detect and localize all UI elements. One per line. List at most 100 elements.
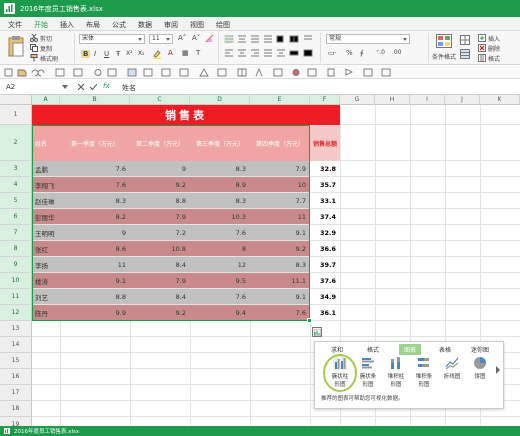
total-cell[interactable]: 37.4 xyxy=(310,209,340,224)
alignment-icons[interactable] xyxy=(224,35,314,43)
value-cell[interactable]: 7.6 xyxy=(60,177,130,192)
menu-file[interactable]: 文件 xyxy=(8,20,22,30)
total-cell[interactable]: 33.1 xyxy=(310,193,340,208)
value-cell[interactable]: 12 xyxy=(190,257,250,272)
name-cell[interactable]: 刘艺 xyxy=(32,289,60,304)
italic-icon[interactable]: I xyxy=(94,50,96,58)
clustered-bar-button[interactable]: 簇状条形图 xyxy=(355,356,381,388)
table-header-cell[interactable]: 第四季度（万元） xyxy=(250,125,310,161)
value-cell[interactable]: 8.4 xyxy=(130,257,190,272)
value-cell[interactable]: 9.1 xyxy=(250,225,310,240)
name-cell[interactable]: 陈丹 xyxy=(32,305,60,320)
row-header[interactable]: 6 xyxy=(0,209,32,225)
menu-formulas[interactable]: 公式 xyxy=(112,20,126,30)
conditional-format-icon[interactable] xyxy=(436,34,452,48)
row-header[interactable]: 13 xyxy=(0,321,32,337)
format-button[interactable]: 格式 xyxy=(488,54,500,63)
value-cell[interactable]: 7.9 xyxy=(130,209,190,224)
tab-format[interactable]: 格式 xyxy=(367,345,379,354)
column-header[interactable]: A xyxy=(32,95,60,105)
value-cell[interactable]: 10.3 xyxy=(190,209,250,224)
cell-styles-icon[interactable] xyxy=(460,35,470,45)
column-header[interactable]: H xyxy=(375,95,410,105)
value-cell[interactable]: 9.4 xyxy=(190,305,250,320)
value-cell[interactable]: 8.6 xyxy=(60,241,130,256)
value-cell[interactable]: 9.2 xyxy=(130,177,190,192)
tab-charts[interactable]: 图表 xyxy=(399,344,422,355)
value-cell[interactable]: 11 xyxy=(250,209,310,224)
row-header[interactable]: 7 xyxy=(0,225,32,241)
value-cell[interactable]: 7.6 xyxy=(190,225,250,240)
table-header-cell[interactable]: 第一季度（万元） xyxy=(60,125,130,161)
sheet-title[interactable]: 销售表 xyxy=(32,105,340,125)
tab-sum[interactable]: 求和 xyxy=(331,345,343,354)
row-header[interactable]: 1 xyxy=(0,105,32,125)
value-cell[interactable]: 9.1 xyxy=(60,273,130,288)
row-header[interactable]: 14 xyxy=(0,337,32,353)
confirm-icon[interactable] xyxy=(90,84,97,90)
value-cell[interactable]: 7.6 xyxy=(190,289,250,304)
font-color-icon[interactable]: A xyxy=(168,49,173,57)
value-cell[interactable]: 11.1 xyxy=(250,273,310,288)
increase-font-icon[interactable]: A˄ xyxy=(178,34,186,42)
cancel-icon[interactable] xyxy=(78,84,84,90)
format-icon[interactable] xyxy=(478,54,486,62)
row-header[interactable]: 5 xyxy=(0,193,32,209)
conditional-format-label[interactable]: 条件格式 xyxy=(432,52,456,61)
name-cell[interactable]: 王明明 xyxy=(32,225,60,240)
row-header[interactable]: 2 xyxy=(0,125,32,161)
row-header[interactable]: 19 xyxy=(0,417,32,426)
total-cell[interactable]: 32.8 xyxy=(310,161,340,176)
row-header[interactable]: 8 xyxy=(0,241,32,257)
value-cell[interactable]: 9.5 xyxy=(190,273,250,288)
row-header[interactable]: 18 xyxy=(0,401,32,417)
menu-review[interactable]: 审阅 xyxy=(164,20,178,30)
row-header[interactable]: 17 xyxy=(0,385,32,401)
value-cell[interactable]: 8.9 xyxy=(190,177,250,192)
name-cell[interactable]: 赵佳琳 xyxy=(32,193,60,208)
name-cell[interactable]: 李扬 xyxy=(32,257,60,272)
total-cell[interactable]: 37.6 xyxy=(310,273,340,288)
clear-format-icon[interactable] xyxy=(205,34,214,43)
column-header[interactable]: D xyxy=(190,95,250,105)
value-cell[interactable]: 10 xyxy=(250,177,310,192)
increase-decimal-icon[interactable]: ⁺.0 xyxy=(376,49,385,56)
fill-handle[interactable] xyxy=(307,318,312,323)
row-header[interactable]: 12 xyxy=(0,305,32,321)
alignment-icons-row2[interactable] xyxy=(224,49,314,57)
value-cell[interactable]: 9.2 xyxy=(130,305,190,320)
comma-style-icon[interactable]: ∮ xyxy=(360,49,364,57)
value-cell[interactable]: 8.4 xyxy=(130,289,190,304)
tab-sparkline[interactable]: 迷你图 xyxy=(471,345,489,354)
table-header-cell[interactable]: 第二季度（万元） xyxy=(130,125,190,161)
number-format-select[interactable]: 常规 xyxy=(326,34,410,44)
value-cell[interactable]: 8 xyxy=(190,241,250,256)
row-header[interactable]: 3 xyxy=(0,161,32,177)
copy-icon[interactable] xyxy=(30,44,38,52)
name-cell[interactable]: 李翔飞 xyxy=(32,177,60,192)
value-cell[interactable]: 9.1 xyxy=(250,289,310,304)
row-header[interactable]: 9 xyxy=(0,257,32,273)
value-cell[interactable]: 8.8 xyxy=(60,289,130,304)
value-cell[interactable]: 7.6 xyxy=(60,161,130,176)
table-header-cell[interactable]: 销售总额 xyxy=(310,125,340,161)
currency-icon[interactable]: ▭· xyxy=(328,49,337,57)
column-header[interactable]: E xyxy=(250,95,310,105)
value-cell[interactable]: 9 xyxy=(130,161,190,176)
stacked-bar-button[interactable]: 堆积条形图 xyxy=(411,356,437,388)
column-header[interactable]: G xyxy=(340,95,375,105)
value-cell[interactable]: 8.3 xyxy=(190,193,250,208)
name-cell[interactable]: 楼涛 xyxy=(32,273,60,288)
pie-chart-button[interactable]: 饼图 xyxy=(467,356,493,380)
total-cell[interactable]: 34.9 xyxy=(310,289,340,304)
fx-icon[interactable]: fx xyxy=(103,82,110,90)
bold-icon[interactable]: B xyxy=(81,50,91,58)
value-cell[interactable]: 8.3 xyxy=(60,193,130,208)
insert-icon[interactable] xyxy=(478,34,486,42)
column-header[interactable]: F xyxy=(310,95,340,105)
text-icon[interactable]: T xyxy=(196,49,200,57)
borders-icon[interactable]: ▦ xyxy=(182,49,189,57)
value-cell[interactable]: 7.7 xyxy=(250,193,310,208)
menu-insert[interactable]: 插入 xyxy=(60,20,74,30)
tab-table[interactable]: 表格 xyxy=(439,345,451,354)
